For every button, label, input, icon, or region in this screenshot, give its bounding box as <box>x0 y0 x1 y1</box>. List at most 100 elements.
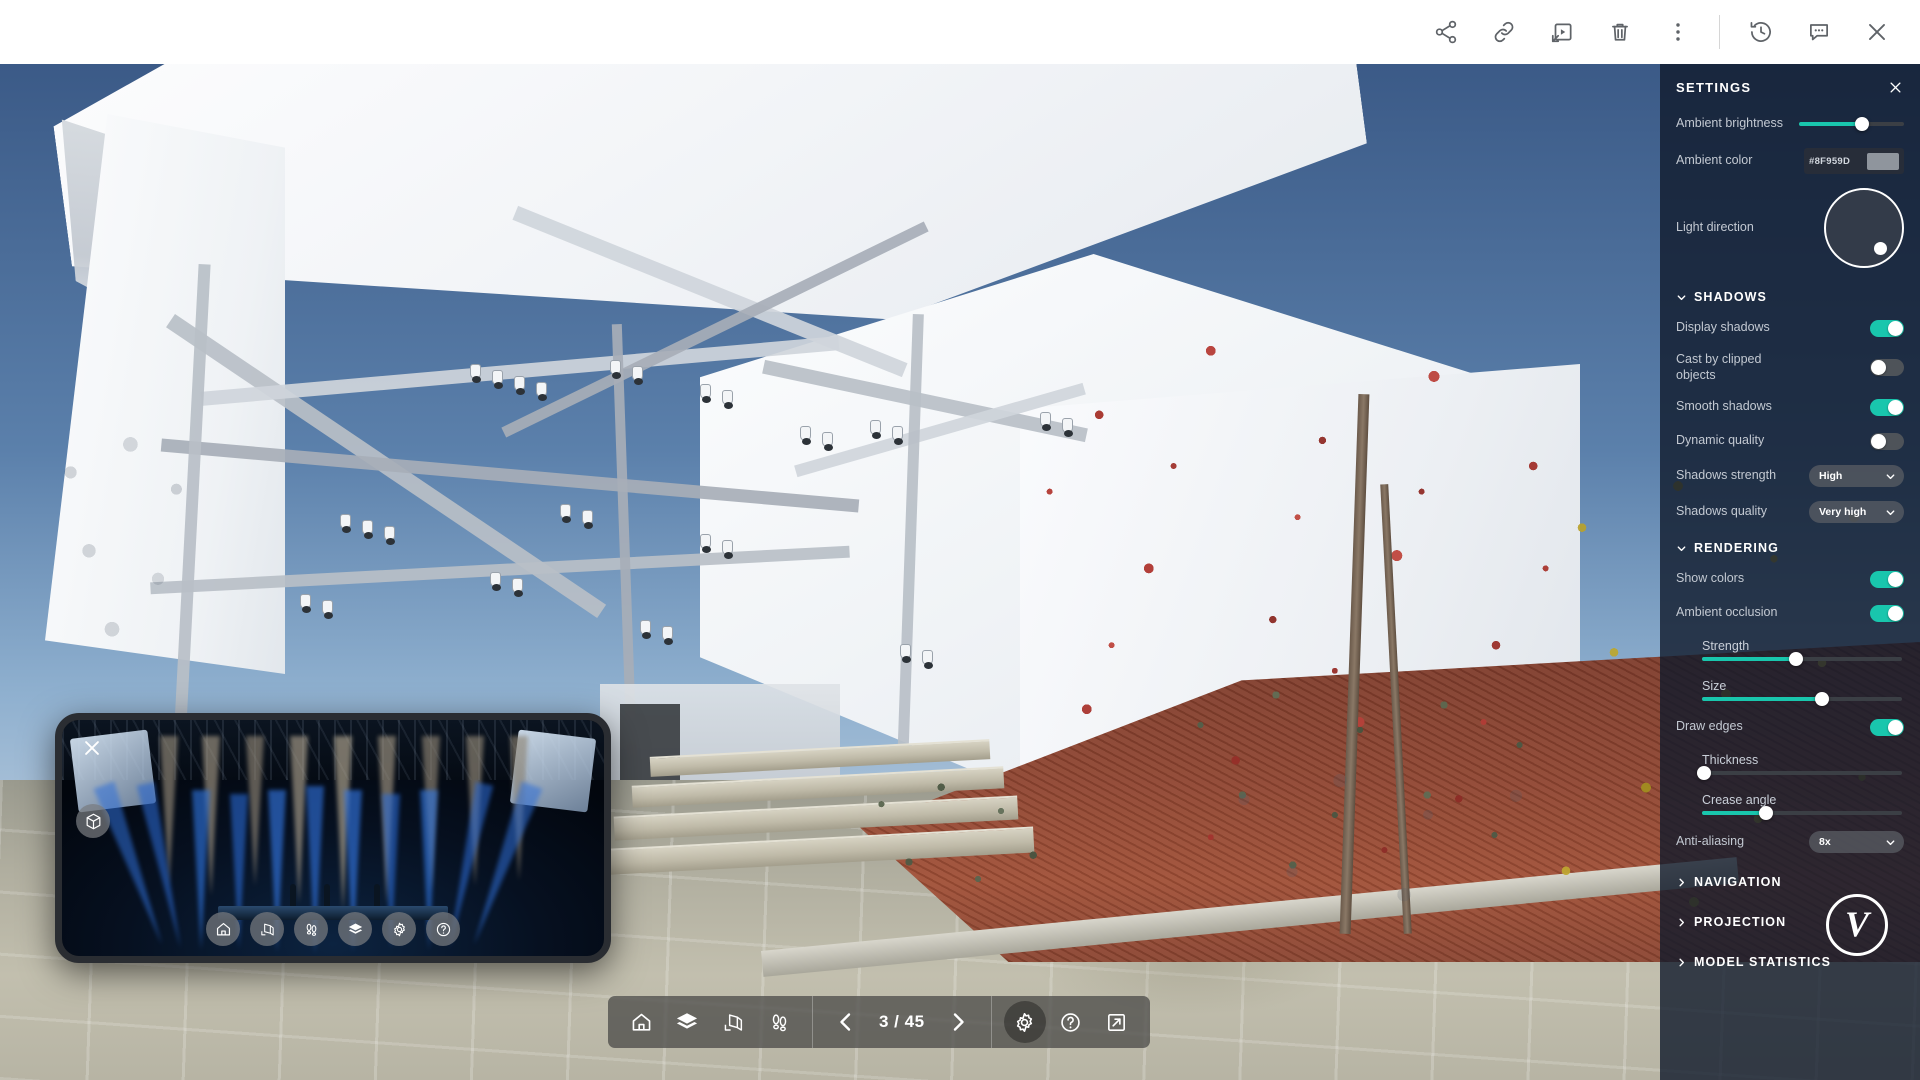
gear-icon <box>393 922 405 936</box>
edge-thickness-label: Thickness <box>1702 753 1759 768</box>
viewer-app: 3 / 45 SETTINGS Ambient brightness Ambie… <box>0 0 1920 1080</box>
shadows-strength-value: High <box>1819 470 1843 483</box>
model-statistics-section-header[interactable]: MODEL STATISTICS <box>1676 955 1904 969</box>
preview-help-button[interactable] <box>426 912 460 946</box>
draw-edges-toggle[interactable] <box>1870 718 1904 736</box>
comment-icon <box>1810 24 1828 41</box>
more-options-icon <box>1676 23 1680 41</box>
edge-thickness-slider[interactable] <box>1697 766 1902 781</box>
chevron-right-icon <box>1676 917 1687 928</box>
history-icon <box>1750 22 1771 42</box>
ao-size-label: Size <box>1702 679 1727 694</box>
light-direction-dial[interactable] <box>1824 188 1904 268</box>
rendering-section-header[interactable]: RENDERING <box>1676 541 1904 555</box>
ambient-occlusion-toggle[interactable] <box>1870 604 1904 622</box>
shadows-section-title: SHADOWS <box>1694 290 1767 304</box>
preview-section-plane-button[interactable] <box>250 912 284 946</box>
rendering-section-title: RENDERING <box>1694 541 1779 556</box>
chevron-down-icon <box>1676 543 1687 554</box>
help-button[interactable] <box>1050 1001 1092 1043</box>
walk-icon <box>772 1013 786 1031</box>
home-icon <box>216 922 230 935</box>
chevron-down-icon <box>1886 510 1895 515</box>
page-indicator: 3 / 45 <box>879 1012 925 1031</box>
settings-button[interactable] <box>1003 1001 1046 1043</box>
fullscreen-button[interactable] <box>1096 1001 1138 1043</box>
dynamic-quality-row: Dynamic quality <box>1676 431 1904 451</box>
display-shadows-label: Display shadows <box>1676 320 1770 335</box>
smooth-shadows-label: Smooth shadows <box>1676 399 1772 414</box>
ambient-brightness-row: Ambient brightness <box>1676 114 1904 134</box>
present-button[interactable] <box>1539 9 1585 55</box>
scene-bush <box>1150 650 1570 900</box>
light-direction-handle[interactable] <box>1874 242 1887 255</box>
mobile-preview-overlay[interactable] <box>55 713 611 963</box>
model-statistics-section-title: MODEL STATISTICS <box>1694 955 1832 970</box>
navigation-section-title: NAVIGATION <box>1694 875 1782 890</box>
edge-thickness-row: Thickness <box>1676 751 1904 771</box>
show-colors-label: Show colors <box>1676 571 1745 586</box>
more-options-button[interactable] <box>1655 9 1701 55</box>
previous-view-button[interactable] <box>825 1001 867 1043</box>
ao-strength-slider[interactable] <box>1702 652 1902 667</box>
ambient-occlusion-label: Ambient occlusion <box>1676 605 1778 620</box>
crease-angle-row: Crease angle <box>1676 791 1904 811</box>
preview-layers-button[interactable] <box>338 912 372 946</box>
comments-button[interactable] <box>1796 9 1842 55</box>
preview-walk-mode-button[interactable] <box>294 912 328 946</box>
chevron-down-icon <box>1886 474 1895 479</box>
close-icon <box>1869 24 1885 40</box>
smooth-shadows-row: Smooth shadows <box>1676 397 1904 417</box>
projection-section-title: PROJECTION <box>1694 915 1787 930</box>
cast-by-clipped-objects-toggle[interactable] <box>1870 359 1904 377</box>
close-viewer-button[interactable] <box>1854 9 1900 55</box>
preview-home-button[interactable] <box>206 912 240 946</box>
ao-size-slider-row <box>1676 692 1904 707</box>
shadows-strength-select[interactable]: High <box>1809 465 1904 488</box>
ambient-brightness-slider[interactable] <box>1799 117 1904 131</box>
shadows-quality-value: Very high <box>1819 506 1867 519</box>
preview-settings-button[interactable] <box>382 912 416 946</box>
anti-aliasing-value: 8x <box>1819 836 1831 849</box>
ambient-color-field[interactable]: #8F959D <box>1804 148 1904 174</box>
present-icon <box>1551 23 1572 43</box>
home-button[interactable] <box>620 1001 662 1043</box>
cast-by-clipped-objects-row: Cast by clipped objects <box>1676 352 1904 383</box>
delete-button[interactable] <box>1597 9 1643 55</box>
share-button[interactable] <box>1423 9 1469 55</box>
crease-angle-slider[interactable] <box>1702 806 1902 821</box>
show-colors-toggle[interactable] <box>1870 570 1904 588</box>
walk-mode-button[interactable] <box>758 1001 800 1043</box>
preview-close-button[interactable] <box>78 734 106 762</box>
display-shadows-row: Display shadows <box>1676 318 1904 338</box>
anti-aliasing-select[interactable]: 8x <box>1809 831 1904 854</box>
shadows-quality-select[interactable]: Very high <box>1809 501 1904 524</box>
navigation-section-header[interactable]: NAVIGATION <box>1676 875 1904 889</box>
gear-icon <box>1016 1012 1033 1032</box>
ao-size-slider[interactable] <box>1702 692 1902 707</box>
layers-button[interactable] <box>666 1001 708 1043</box>
shadows-strength-label: Shadows strength <box>1676 468 1777 483</box>
link-icon <box>1494 21 1514 43</box>
settings-close-button[interactable] <box>1886 78 1904 96</box>
dynamic-quality-toggle[interactable] <box>1870 432 1904 450</box>
brand-logo[interactable]: V <box>1826 894 1888 956</box>
chevron-right-icon <box>1676 957 1687 968</box>
display-shadows-toggle[interactable] <box>1870 319 1904 337</box>
chevron-down-icon <box>1676 292 1687 303</box>
section-plane-button[interactable] <box>712 1001 754 1043</box>
toolbar-divider <box>1719 15 1720 49</box>
shadows-section-header[interactable]: SHADOWS <box>1676 290 1904 304</box>
top-toolbar <box>0 0 1920 64</box>
smooth-shadows-toggle[interactable] <box>1870 398 1904 416</box>
shadows-quality-label: Shadows quality <box>1676 504 1768 519</box>
version-history-button[interactable] <box>1738 9 1784 55</box>
light-direction-row: Light direction <box>1676 188 1904 268</box>
copy-link-button[interactable] <box>1481 9 1527 55</box>
next-view-button[interactable] <box>937 1001 979 1043</box>
ambient-color-swatch[interactable] <box>1867 152 1899 170</box>
settings-panel-header: SETTINGS <box>1676 78 1904 96</box>
chevron-right-icon <box>953 1013 964 1031</box>
preview-3d-model-button[interactable] <box>76 804 110 838</box>
ambient-color-hex: #8F959D <box>1809 155 1851 167</box>
